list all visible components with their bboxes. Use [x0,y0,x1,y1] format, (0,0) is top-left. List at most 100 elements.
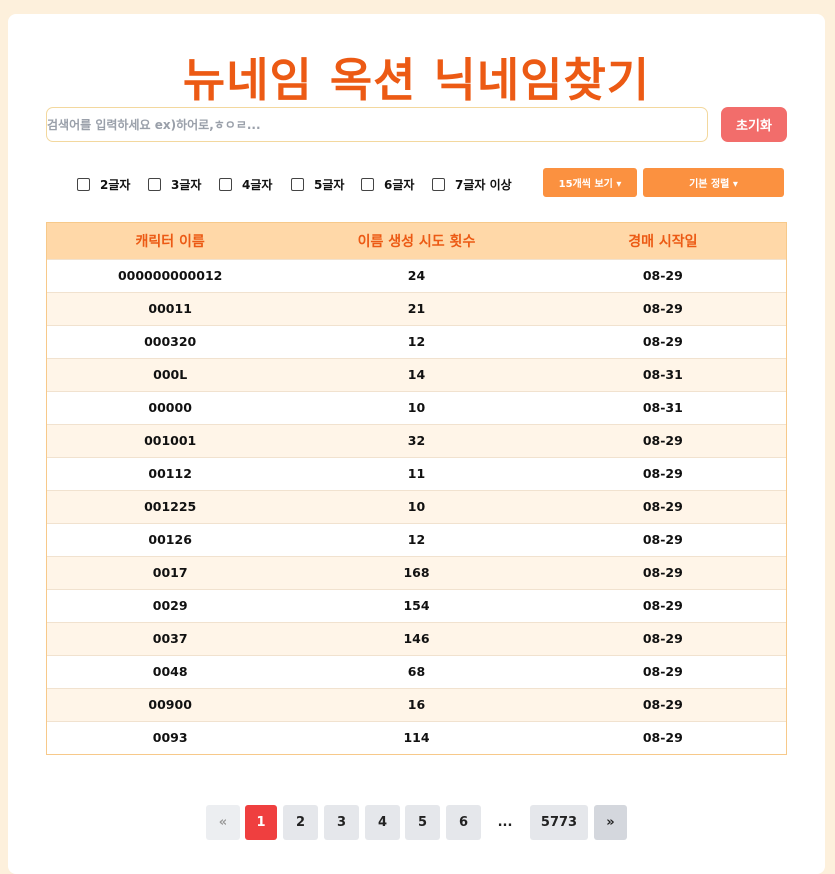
filter-length-6[interactable]: 6글자 [361,176,414,193]
cell-auction-date: 08-29 [539,291,786,325]
checkbox-label: 3글자 [171,178,202,192]
cell-attempts: 10 [293,489,540,523]
cell-auction-date: 08-29 [539,423,786,457]
page-button-2[interactable]: 2 [283,805,318,840]
filter-length-4[interactable]: 4글자 [219,176,272,193]
cell-character-name: 0093 [47,720,294,754]
prev-page-button[interactable]: « [206,805,240,840]
cell-auction-date: 08-29 [539,621,786,655]
cell-auction-date: 08-29 [539,654,786,688]
table-row[interactable]: 00112 11 08-29 [47,456,786,490]
filter-length-7-plus[interactable]: 7글자 이상 [432,176,512,193]
checkbox[interactable] [361,178,374,191]
cell-attempts: 12 [293,324,540,358]
table-row[interactable]: 0048 68 08-29 [47,654,786,688]
table-header-row: 캐릭터 이름 이름 생성 시도 횟수 경매 시작일 [47,223,786,259]
checkbox-label: 2글자 [100,178,131,192]
cell-attempts: 21 [293,291,540,325]
search-bar: 초기화 [46,107,787,143]
checkbox[interactable] [291,178,304,191]
cell-auction-date: 08-29 [539,720,786,754]
table-row[interactable]: 001001 32 08-29 [47,423,786,457]
cell-attempts: 24 [293,258,540,292]
cell-character-name: 00000 [47,390,294,424]
column-header-auction-date[interactable]: 경매 시작일 [539,223,786,259]
table-row[interactable]: 0017 168 08-29 [47,555,786,589]
table-row[interactable]: 0037 146 08-29 [47,621,786,655]
cell-auction-date: 08-29 [539,588,786,622]
cell-attempts: 11 [293,456,540,490]
cell-character-name: 0048 [47,654,294,688]
cell-character-name: 00011 [47,291,294,325]
cell-attempts: 12 [293,522,540,556]
checkbox[interactable] [148,178,161,191]
cell-character-name: 001001 [47,423,294,457]
cell-auction-date: 08-31 [539,357,786,391]
table-row[interactable]: 0029 154 08-29 [47,588,786,622]
page-button-4[interactable]: 4 [365,805,400,840]
checkbox-label: 5글자 [314,178,345,192]
page-button-6[interactable]: 6 [446,805,481,840]
table-row[interactable]: 00011 21 08-29 [47,291,786,325]
cell-auction-date: 08-29 [539,489,786,523]
cell-character-name: 0037 [47,621,294,655]
table-row[interactable]: 0093 114 08-29 [47,720,786,754]
cell-attempts: 32 [293,423,540,457]
cell-attempts: 114 [293,720,540,754]
pagination-ellipsis: ... [497,815,513,830]
pagination: « 1 2 3 4 5 6 ... 5773 » [8,805,825,841]
main-card: 뉴네임 옥션 닉네임찾기 초기화 2글자 3글자 4글자 5글자 6글자 7글자… [8,14,825,874]
page-button-5[interactable]: 5 [405,805,440,840]
cell-attempts: 14 [293,357,540,391]
cell-auction-date: 08-29 [539,522,786,556]
cell-character-name: 0029 [47,588,294,622]
cell-attempts: 16 [293,687,540,721]
filter-length-3[interactable]: 3글자 [148,176,201,193]
cell-auction-date: 08-31 [539,390,786,424]
cell-auction-date: 08-29 [539,456,786,490]
checkbox-label: 7글자 이상 [455,178,512,192]
search-input[interactable] [46,107,708,142]
table-body: 000000000012 24 08-29 00011 21 08-29 000320 12 0… [47,258,786,754]
table-row[interactable]: 000000000012 24 08-29 [47,258,786,292]
next-page-button[interactable]: » [594,805,627,840]
reset-button[interactable]: 초기화 [721,107,787,142]
cell-attempts: 10 [293,390,540,424]
results-table: 캐릭터 이름 이름 생성 시도 횟수 경매 시작일 000000000012 24… [46,222,787,755]
cell-character-name: 000320 [47,324,294,358]
column-header-attempts[interactable]: 이름 생성 시도 횟수 [293,223,540,259]
cell-auction-date: 08-29 [539,258,786,292]
cell-auction-date: 08-29 [539,555,786,589]
table-row[interactable]: 001225 10 08-29 [47,489,786,523]
cell-attempts: 146 [293,621,540,655]
sort-dropdown[interactable]: 기본 정렬 ▾ [643,168,784,197]
cell-character-name: 001225 [47,489,294,523]
cell-character-name: 00126 [47,522,294,556]
cell-attempts: 168 [293,555,540,589]
filter-length-5[interactable]: 5글자 [291,176,344,193]
cell-character-name: 00112 [47,456,294,490]
table-row[interactable]: 00126 12 08-29 [47,522,786,556]
cell-auction-date: 08-29 [539,324,786,358]
checkbox-label: 4글자 [242,178,273,192]
cell-character-name: 000L [47,357,294,391]
table-row[interactable]: 000L 14 08-31 [47,357,786,391]
checkbox-label: 6글자 [384,178,415,192]
cell-character-name: 00900 [47,687,294,721]
page-size-dropdown[interactable]: 15개씩 보기 ▾ [543,168,637,197]
column-header-name[interactable]: 캐릭터 이름 [47,223,294,259]
page-button-1[interactable]: 1 [245,805,277,840]
checkbox[interactable] [219,178,232,191]
checkbox[interactable] [77,178,90,191]
table-row[interactable]: 00900 16 08-29 [47,687,786,721]
table-row[interactable]: 000320 12 08-29 [47,324,786,358]
cell-character-name: 000000000012 [47,258,294,292]
page-button-last[interactable]: 5773 [530,805,588,840]
cell-attempts: 68 [293,654,540,688]
filter-length-2[interactable]: 2글자 [77,176,130,193]
cell-auction-date: 08-29 [539,687,786,721]
checkbox[interactable] [432,178,445,191]
cell-attempts: 154 [293,588,540,622]
table-row[interactable]: 00000 10 08-31 [47,390,786,424]
page-button-3[interactable]: 3 [324,805,359,840]
